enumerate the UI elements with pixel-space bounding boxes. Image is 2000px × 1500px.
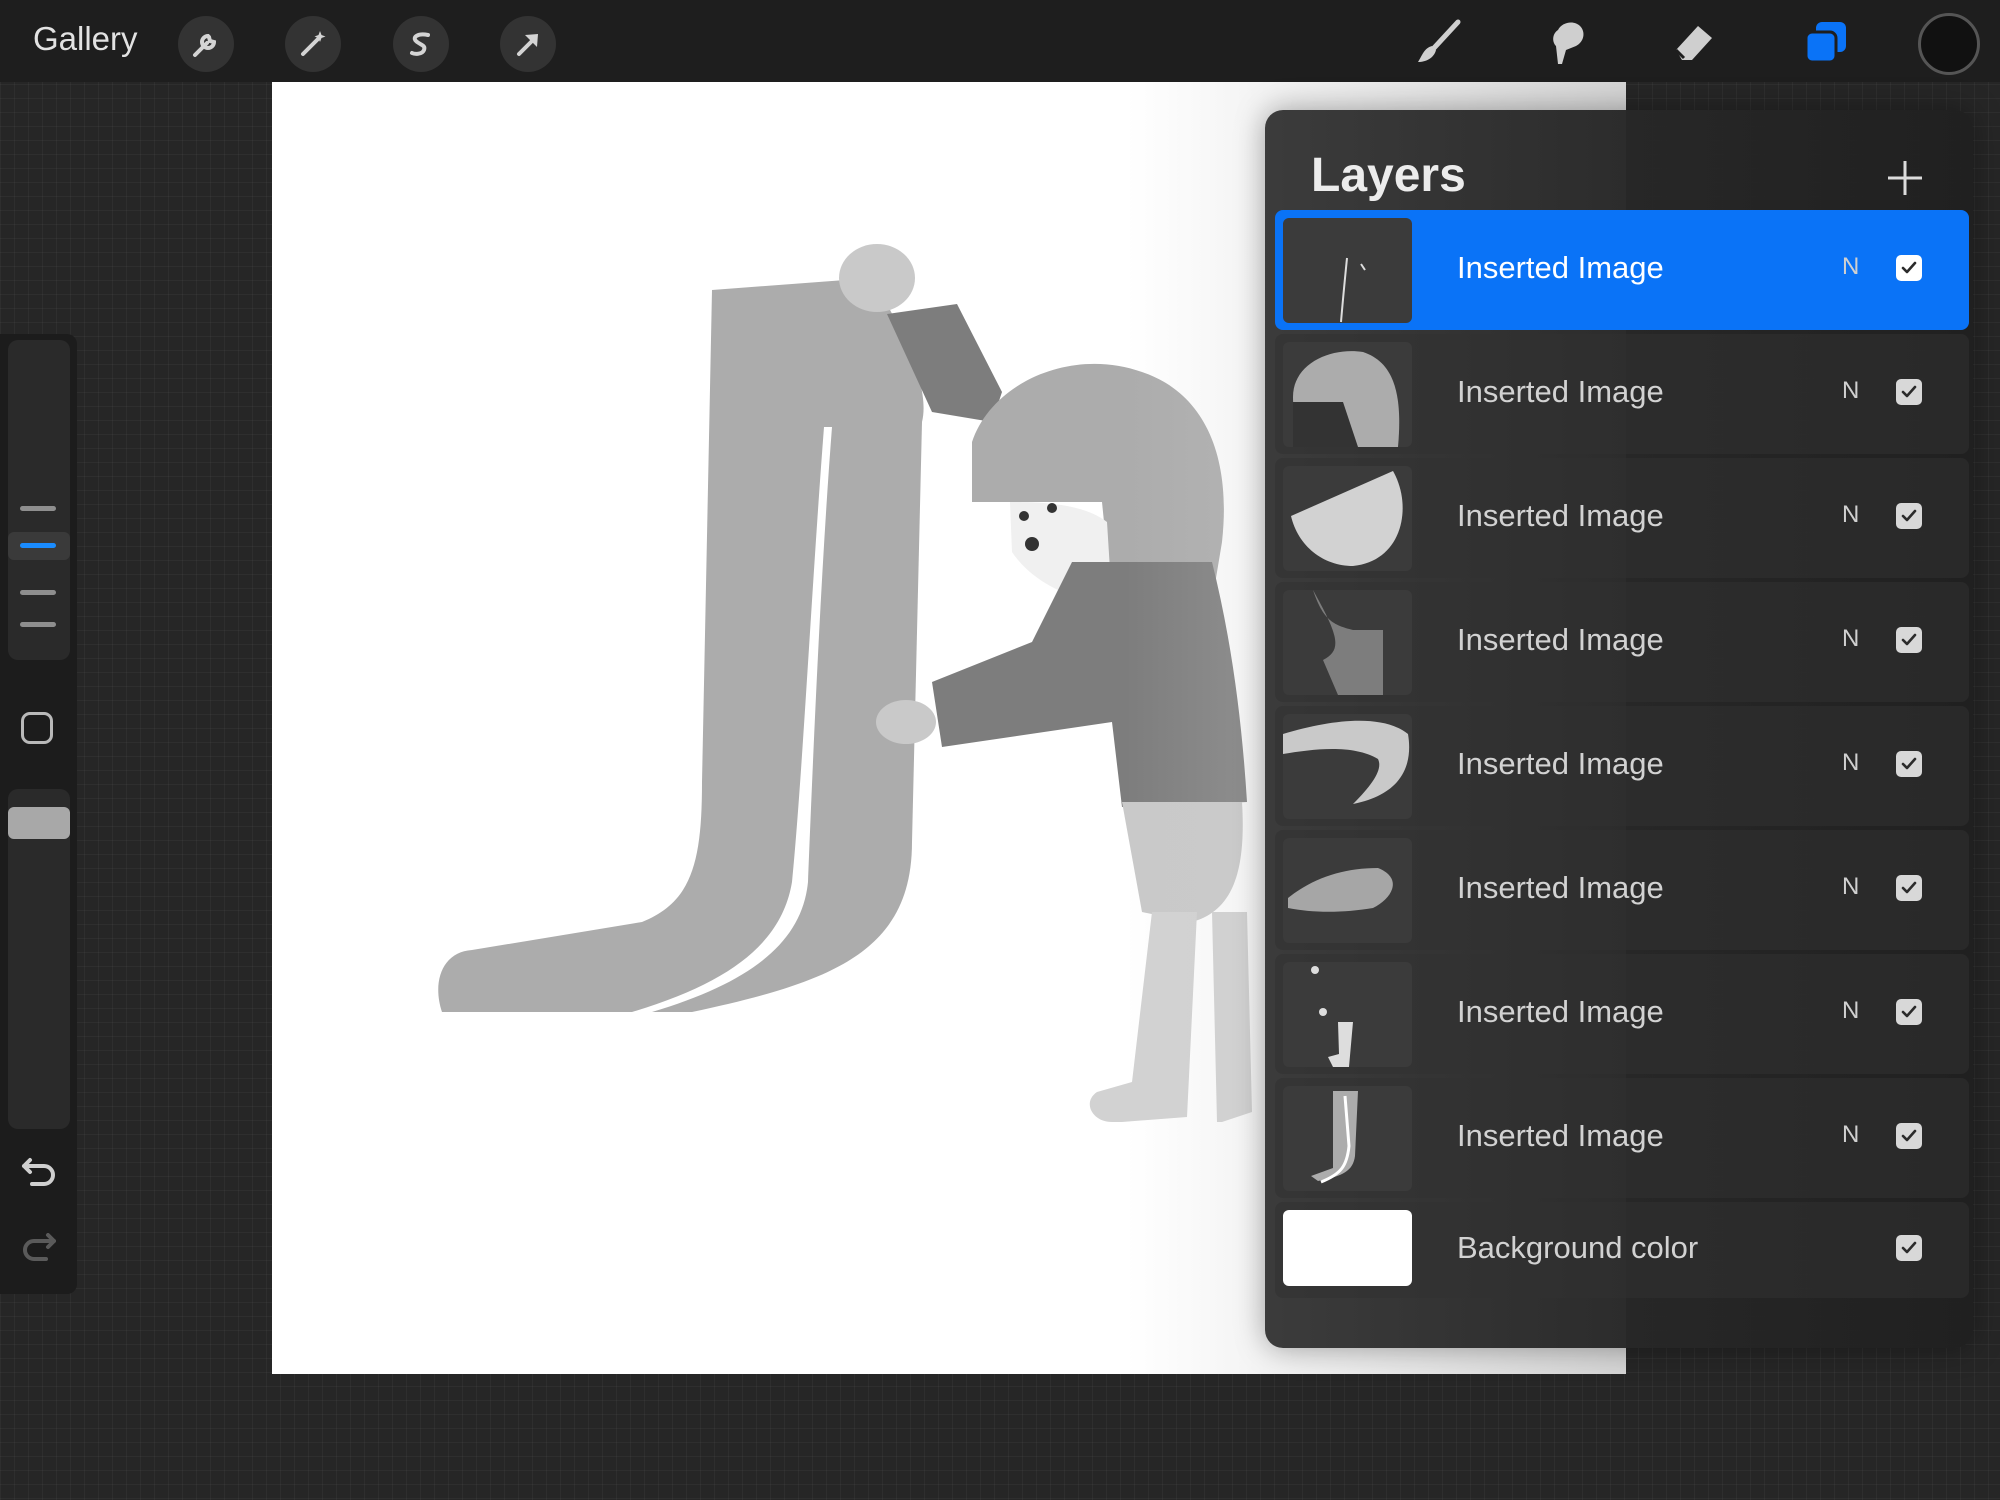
- layer-name[interactable]: Inserted Image: [1457, 374, 1664, 410]
- layer-blend-mode[interactable]: N: [1842, 873, 1859, 901]
- checkmark-icon: [1901, 1241, 1917, 1254]
- layer-visibility-checkbox[interactable]: [1896, 627, 1922, 653]
- layers-tool-button[interactable]: [1796, 12, 1856, 72]
- layer-name[interactable]: Background color: [1457, 1230, 1698, 1266]
- layer-visibility-checkbox[interactable]: [1896, 379, 1922, 405]
- modify-button[interactable]: [21, 712, 53, 744]
- checkmark-icon: [1901, 261, 1917, 274]
- layers-panel-title: Layers: [1311, 149, 1466, 202]
- undo-icon: [22, 1158, 55, 1186]
- layers-icon: [1804, 22, 1846, 64]
- layer-row[interactable]: Inserted Image N: [1275, 1078, 1969, 1198]
- layer-row[interactable]: Inserted Image N: [1275, 334, 1969, 454]
- layer-visibility-checkbox[interactable]: [1896, 255, 1922, 281]
- magic-wand-icon: [301, 31, 326, 56]
- layer-name[interactable]: Inserted Image: [1457, 498, 1664, 534]
- checkmark-icon: [1901, 633, 1917, 646]
- checkmark-icon: [1901, 1129, 1917, 1142]
- opacity-slider[interactable]: [8, 789, 70, 1129]
- eraser-icon: [1674, 26, 1712, 60]
- layer-thumbnail[interactable]: [1283, 962, 1412, 1067]
- brush-icon: [1418, 19, 1461, 62]
- background-color-swatch[interactable]: [1283, 1210, 1412, 1286]
- left-sidebar: [0, 334, 77, 1294]
- color-picker-button[interactable]: [1918, 13, 1980, 75]
- layer-blend-mode[interactable]: N: [1842, 625, 1859, 653]
- layer-name[interactable]: Inserted Image: [1457, 746, 1664, 782]
- smudge-tool-button[interactable]: [1536, 12, 1596, 72]
- layer-thumbnail[interactable]: [1283, 838, 1412, 943]
- size-preset-tick[interactable]: [20, 506, 56, 511]
- selection-button[interactable]: [393, 16, 449, 72]
- layer-thumbnail[interactable]: [1283, 466, 1412, 571]
- adjustments-button[interactable]: [285, 16, 341, 72]
- layer-row[interactable]: Inserted Image N: [1275, 706, 1969, 826]
- eraser-tool-button[interactable]: [1664, 12, 1724, 72]
- layer-thumbnail[interactable]: [1283, 1086, 1412, 1191]
- layer-visibility-checkbox[interactable]: [1896, 1235, 1922, 1261]
- layers-panel: Layers Inserted Image N Inserted Image N…: [1265, 110, 1973, 1348]
- redo-icon: [23, 1233, 56, 1261]
- layer-row[interactable]: Inserted Image N: [1275, 210, 1969, 330]
- size-preset-tick-active[interactable]: [20, 543, 56, 548]
- layer-visibility-checkbox[interactable]: [1896, 999, 1922, 1025]
- checkmark-icon: [1901, 509, 1917, 522]
- brush-size-slider[interactable]: [8, 340, 70, 660]
- layer-name[interactable]: Inserted Image: [1457, 994, 1664, 1030]
- layer-blend-mode[interactable]: N: [1842, 1121, 1859, 1149]
- layer-blend-mode[interactable]: N: [1842, 501, 1859, 529]
- layer-visibility-checkbox[interactable]: [1896, 1123, 1922, 1149]
- checkmark-icon: [1901, 757, 1917, 770]
- layer-row[interactable]: Inserted Image N: [1275, 954, 1969, 1074]
- layer-blend-mode[interactable]: N: [1842, 377, 1859, 405]
- brush-tool-button[interactable]: [1408, 12, 1468, 72]
- checkmark-icon: [1901, 881, 1917, 894]
- transform-arrow-icon: [517, 34, 538, 56]
- size-preset-tick[interactable]: [20, 590, 56, 595]
- layer-visibility-checkbox[interactable]: [1896, 875, 1922, 901]
- background-layer-row[interactable]: Background color: [1275, 1202, 1969, 1298]
- plus-icon: [1888, 161, 1922, 195]
- redo-button[interactable]: [20, 1229, 58, 1268]
- layer-blend-mode[interactable]: N: [1842, 749, 1859, 777]
- layer-thumbnail[interactable]: [1283, 342, 1412, 447]
- layer-name[interactable]: Inserted Image: [1457, 622, 1664, 658]
- selection-icon: [410, 32, 430, 56]
- layer-thumbnail[interactable]: [1283, 714, 1412, 819]
- layer-row[interactable]: Inserted Image N: [1275, 830, 1969, 950]
- layer-blend-mode[interactable]: N: [1842, 997, 1859, 1025]
- layer-thumbnail[interactable]: [1283, 218, 1412, 323]
- layer-row[interactable]: Inserted Image N: [1275, 582, 1969, 702]
- layer-name[interactable]: Inserted Image: [1457, 1118, 1664, 1154]
- layer-visibility-checkbox[interactable]: [1896, 751, 1922, 777]
- size-preset-tick[interactable]: [20, 622, 56, 627]
- gallery-button[interactable]: Gallery: [33, 20, 138, 58]
- opacity-slider-thumb[interactable]: [8, 807, 70, 839]
- wrench-icon: [193, 33, 217, 57]
- checkmark-icon: [1901, 1005, 1917, 1018]
- smudge-icon: [1553, 22, 1584, 64]
- layer-blend-mode[interactable]: N: [1842, 253, 1859, 281]
- checkmark-icon: [1901, 385, 1917, 398]
- top-toolbar: Gallery: [0, 0, 2000, 82]
- actions-button[interactable]: [178, 16, 234, 72]
- add-layer-button[interactable]: [1877, 150, 1933, 206]
- transform-button[interactable]: [500, 16, 556, 72]
- layer-thumbnail[interactable]: [1283, 590, 1412, 695]
- layer-row[interactable]: Inserted Image N: [1275, 458, 1969, 578]
- layer-visibility-checkbox[interactable]: [1896, 503, 1922, 529]
- undo-button[interactable]: [20, 1154, 58, 1193]
- layer-name[interactable]: Inserted Image: [1457, 870, 1664, 906]
- layer-name[interactable]: Inserted Image: [1457, 250, 1664, 286]
